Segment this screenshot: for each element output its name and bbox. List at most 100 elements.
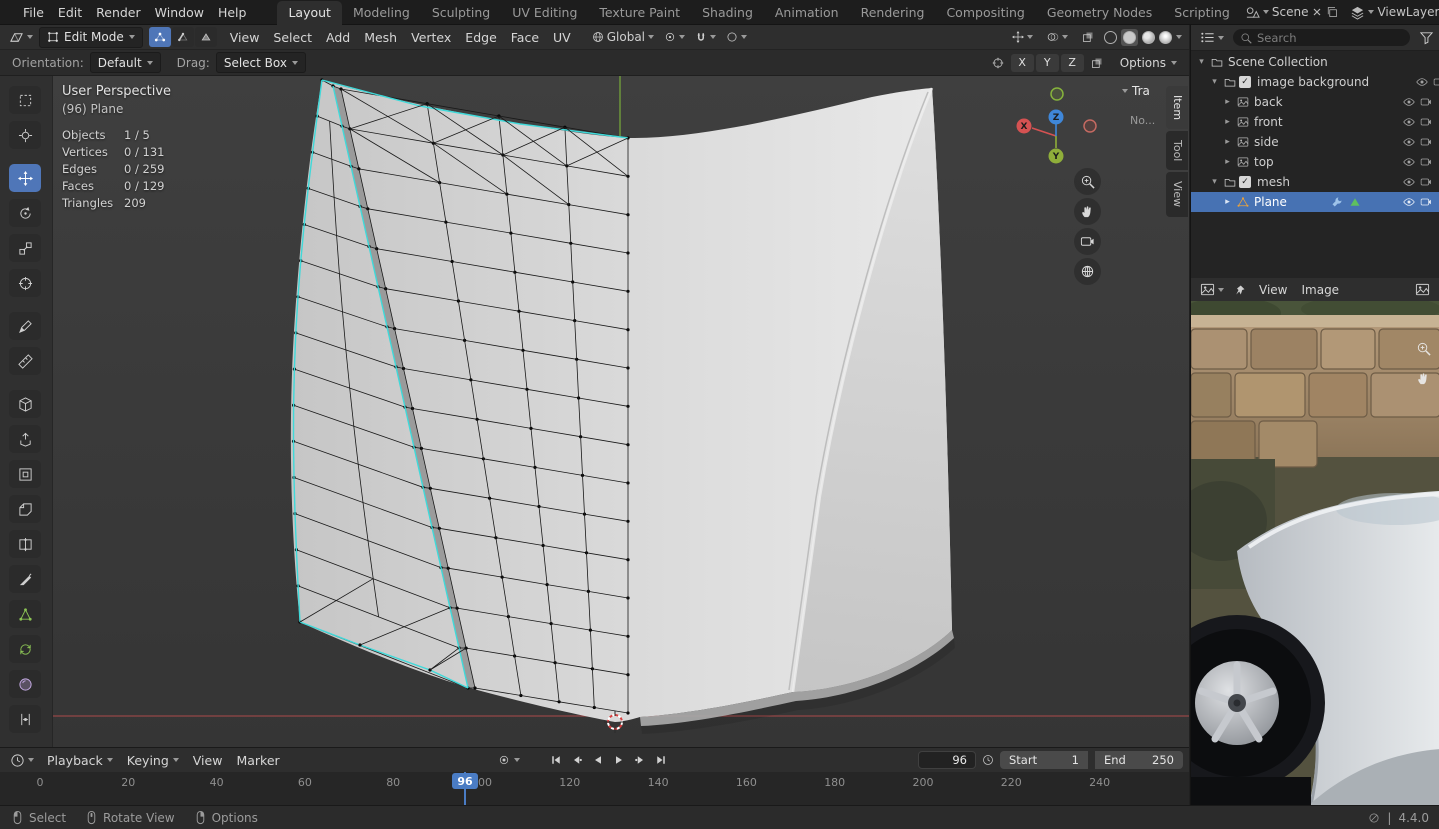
- workspace-tab[interactable]: Scripting: [1163, 1, 1241, 25]
- sidebar-tab[interactable]: Tool: [1166, 131, 1188, 171]
- disable-in-renders-icon[interactable]: [1417, 136, 1434, 148]
- workspace-tab[interactable]: Sculpting: [421, 1, 501, 25]
- image-editor-type-dropdown[interactable]: [1196, 280, 1228, 299]
- hide-in-viewport-icon[interactable]: [1400, 116, 1417, 128]
- outliner-row[interactable]: ▾ ✓ mesh: [1191, 172, 1439, 192]
- workspace-tab[interactable]: UV Editing: [501, 1, 588, 25]
- rendered-shading-button[interactable]: [1159, 30, 1172, 44]
- playhead[interactable]: 96: [452, 772, 478, 806]
- edge-select-button[interactable]: [171, 27, 194, 47]
- row-checkbox[interactable]: ✓: [1239, 176, 1251, 188]
- drag-setting-dropdown[interactable]: Select Box: [215, 52, 306, 73]
- timeline-menu-item[interactable]: Playback: [40, 751, 120, 770]
- workspace-tab[interactable]: Modeling: [342, 1, 421, 25]
- viewport-3d[interactable]: User Perspective (96) Plane Objects 1 / …: [0, 76, 1189, 747]
- editor-type-dropdown[interactable]: [5, 28, 37, 47]
- jump-to-end-button[interactable]: [651, 751, 670, 769]
- outliner-row[interactable]: ▾ ✓ image background: [1191, 72, 1439, 92]
- row-label[interactable]: top: [1254, 155, 1274, 169]
- tool-button[interactable]: [9, 600, 41, 628]
- menu-item[interactable]: Help: [211, 3, 254, 22]
- navigation-gizmo[interactable]: X Z Y: [1012, 84, 1100, 170]
- menu-item[interactable]: Image: [1294, 281, 1346, 299]
- snap-toggle[interactable]: [691, 29, 720, 45]
- perspective-toggle-button[interactable]: [1074, 258, 1101, 285]
- outliner-search[interactable]: [1233, 29, 1410, 46]
- axis-toggle[interactable]: X: [1010, 53, 1034, 72]
- hide-in-viewport-icon[interactable]: [1413, 76, 1430, 88]
- hide-in-viewport-icon[interactable]: [1400, 176, 1417, 188]
- menu-item[interactable]: Vertex: [404, 28, 458, 47]
- menu-item[interactable]: Mesh: [357, 28, 404, 47]
- mirror-gizmo-icon[interactable]: [988, 55, 1008, 71]
- viewlayer-selector[interactable]: ViewLayer: [1346, 5, 1439, 20]
- workspace-tab[interactable]: Animation: [764, 1, 850, 25]
- row-label[interactable]: Plane: [1254, 195, 1287, 209]
- workspace-tab[interactable]: Compositing: [935, 1, 1035, 25]
- tool-button[interactable]: [9, 312, 41, 340]
- material-shading-button[interactable]: [1142, 30, 1155, 44]
- disable-in-renders-icon[interactable]: [1417, 156, 1434, 168]
- menu-item[interactable]: Edit: [51, 3, 89, 22]
- transform-orientation-dropdown[interactable]: Global: [588, 28, 658, 46]
- outliner-editor-type-dropdown[interactable]: [1196, 28, 1228, 47]
- axis-toggle[interactable]: Z: [1060, 53, 1084, 72]
- tool-button[interactable]: [9, 269, 41, 297]
- outliner-row[interactable]: ▸ front: [1191, 112, 1439, 132]
- unlink-icon[interactable]: [1311, 6, 1323, 18]
- camera-view-button[interactable]: [1074, 228, 1101, 255]
- disable-in-renders-icon[interactable]: [1417, 96, 1434, 108]
- filter-icon[interactable]: [1415, 28, 1438, 47]
- tool-button[interactable]: [9, 670, 41, 698]
- sidebar-tab[interactable]: View: [1166, 172, 1188, 217]
- tool-button[interactable]: [9, 121, 41, 149]
- vertex-select-button[interactable]: [148, 27, 171, 47]
- disclosure-triangle[interactable]: ▸: [1221, 137, 1234, 147]
- row-label[interactable]: back: [1254, 95, 1283, 109]
- row-label[interactable]: front: [1254, 115, 1283, 129]
- mesh-data-icon[interactable]: [1349, 196, 1361, 208]
- disclosure-triangle[interactable]: ▸: [1221, 97, 1234, 107]
- disable-in-renders-icon[interactable]: [1430, 76, 1439, 88]
- xray-toggle[interactable]: [1078, 29, 1098, 45]
- new-scene-icon[interactable]: [1326, 6, 1338, 18]
- viewlayer-name[interactable]: ViewLayer: [1377, 5, 1439, 19]
- menu-item[interactable]: View: [223, 28, 267, 47]
- tool-button[interactable]: [9, 347, 41, 375]
- hide-in-viewport-icon[interactable]: [1400, 156, 1417, 168]
- play-button[interactable]: [609, 751, 628, 769]
- overlays-dropdown[interactable]: [1043, 29, 1072, 45]
- next-keyframe-button[interactable]: [630, 751, 649, 769]
- timeline-menu-item[interactable]: Keying: [120, 751, 186, 770]
- auto-key-record-icon[interactable]: [498, 754, 510, 766]
- row-checkbox[interactable]: ✓: [1239, 76, 1251, 88]
- scene-name[interactable]: Scene: [1272, 5, 1309, 19]
- pivot-point-dropdown[interactable]: [660, 29, 689, 45]
- axis-toggle[interactable]: Y: [1035, 53, 1059, 72]
- proportional-editing-toggle[interactable]: [722, 29, 751, 45]
- wireframe-shading-button[interactable]: [1104, 30, 1117, 44]
- image-datablock-icon[interactable]: [1411, 280, 1434, 299]
- disable-in-renders-icon[interactable]: [1417, 176, 1434, 188]
- menu-item[interactable]: View: [1252, 281, 1294, 299]
- sidebar-tab[interactable]: Item: [1166, 86, 1188, 130]
- disclosure-triangle[interactable]: ▾: [1195, 57, 1208, 67]
- gizmo-axis-y-neg[interactable]: [1050, 87, 1064, 101]
- outliner-row[interactable]: ▾ Scene Collection: [1191, 52, 1439, 72]
- row-label[interactable]: mesh: [1257, 175, 1290, 189]
- hide-in-viewport-icon[interactable]: [1400, 136, 1417, 148]
- tool-button[interactable]: [9, 164, 41, 192]
- show-gizmos-dropdown[interactable]: [1008, 29, 1037, 45]
- pin-icon[interactable]: [1230, 282, 1250, 298]
- play-reverse-button[interactable]: [588, 751, 607, 769]
- tool-button[interactable]: [9, 530, 41, 558]
- disclosure-triangle[interactable]: ▸: [1221, 117, 1234, 127]
- snap-overlap-icon[interactable]: [1087, 55, 1107, 71]
- tool-button[interactable]: [9, 460, 41, 488]
- menu-item[interactable]: Edge: [458, 28, 503, 47]
- menu-item[interactable]: Select: [266, 28, 319, 47]
- menu-item[interactable]: File: [16, 3, 51, 22]
- tool-button[interactable]: [9, 390, 41, 418]
- row-label[interactable]: image background: [1257, 75, 1369, 89]
- tool-button[interactable]: [9, 86, 41, 114]
